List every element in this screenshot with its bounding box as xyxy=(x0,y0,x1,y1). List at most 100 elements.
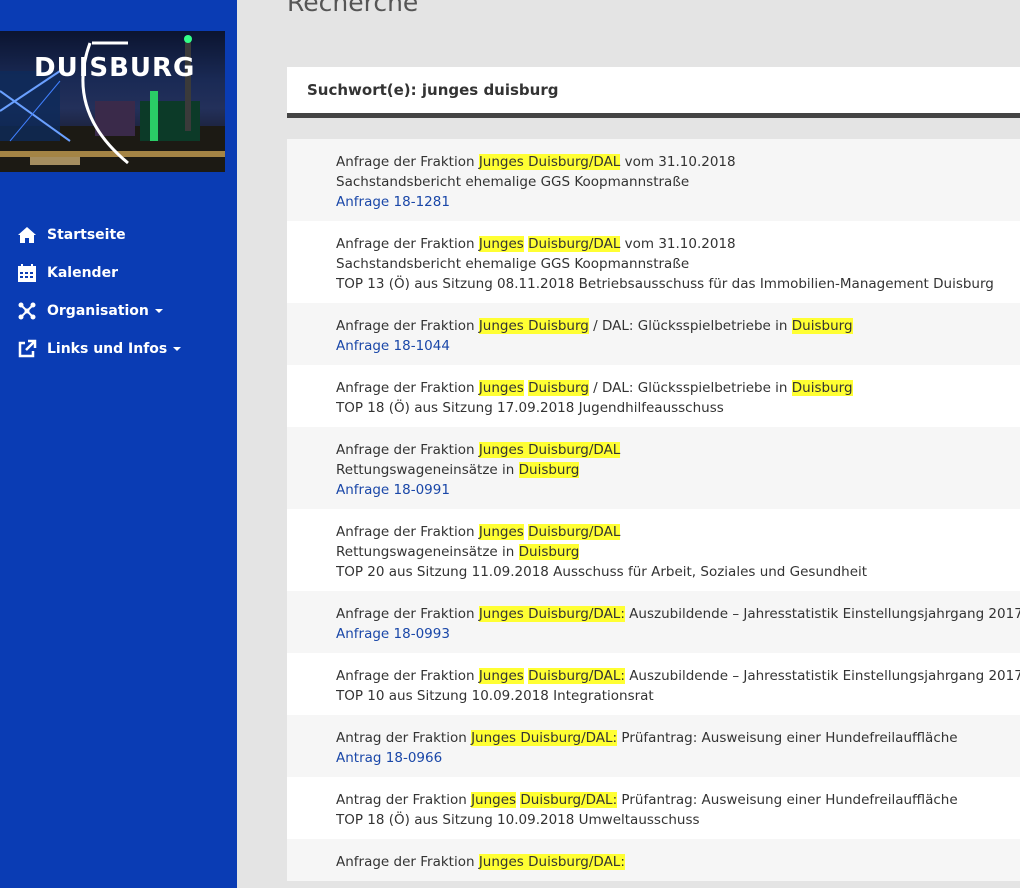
result-line1: Antrag der Fraktion Junges Duisburg/DAL:… xyxy=(336,790,1020,810)
nav-item-links-und-infos[interactable]: Links und Infos xyxy=(0,330,237,368)
search-highlight: Junges Duisburg/DAL: xyxy=(478,854,625,870)
main-navigation: Startseite Kalender Organisation Links u… xyxy=(0,216,237,368)
result-text: Anfrage der Fraktion xyxy=(336,442,479,458)
result-text: Antrag der Fraktion xyxy=(336,730,472,746)
duisburg-logo[interactable]: DUISBURG xyxy=(0,31,225,172)
search-highlight: Duisburg/DAL xyxy=(528,524,621,540)
result-line2: Sachstandsbericht ehemalige GGS Koopmann… xyxy=(336,254,1020,274)
result-text: Anfrage der Fraktion xyxy=(336,854,479,870)
nav-label-links-und-infos: Links und Infos xyxy=(47,341,168,357)
search-highlight: Junges xyxy=(471,792,517,808)
search-highlight: Junges Duisburg xyxy=(478,318,589,334)
result-line3: TOP 13 (Ö) aus Sitzung 08.11.2018 Betrie… xyxy=(336,274,1020,294)
search-highlight: Duisburg xyxy=(528,380,589,396)
result-text: Auszubildende – Jahresstatistik Einstell… xyxy=(624,668,1020,684)
search-highlight: Duisburg/DAL: xyxy=(528,668,625,684)
result-line2: Rettungswageneinsätze in Duisburg xyxy=(336,460,1020,480)
result-text: Antrag der Fraktion xyxy=(336,792,472,808)
result-item: Anfrage der Fraktion Junges Duisburg/DAL… xyxy=(287,427,1020,509)
search-highlight: Junges Duisburg/DAL xyxy=(478,154,621,170)
result-text: TOP 10 aus Sitzung 10.09.2018 Integratio… xyxy=(336,688,654,704)
result-text: vom 31.10.2018 xyxy=(620,236,736,252)
result-line1: Anfrage der Fraktion Junges Duisburg/DAL… xyxy=(336,852,1020,872)
nav-item-organisation[interactable]: Organisation xyxy=(0,292,237,330)
results-list: Anfrage der Fraktion Junges Duisburg/DAL… xyxy=(287,139,1020,881)
result-line1: Anfrage der Fraktion Junges Duisburg/DAL… xyxy=(336,152,1020,172)
result-line3: TOP 20 aus Sitzung 11.09.2018 Ausschuss … xyxy=(336,562,1020,582)
result-item: Anfrage der Fraktion Junges Duisburg / D… xyxy=(287,303,1020,365)
result-item: Antrag der Fraktion Junges Duisburg/DAL:… xyxy=(287,715,1020,777)
search-highlight: Junges Duisburg/DAL xyxy=(478,442,621,458)
result-text: TOP 18 (Ö) aus Sitzung 10.09.2018 Umwelt… xyxy=(336,812,700,828)
result-item: Anfrage der Fraktion Junges Duisburg/DAL… xyxy=(287,139,1020,221)
result-item: Anfrage der Fraktion Junges Duisburg / D… xyxy=(287,365,1020,427)
sidebar: DUISBURG Startseite Kalender Organisatio… xyxy=(0,0,237,888)
result-text: Anfrage der Fraktion xyxy=(336,380,479,396)
result-text: / DAL: Glücksspielbetriebe in xyxy=(588,380,792,396)
search-summary: Suchwort(e): junges duisburg xyxy=(287,67,1020,118)
search-highlight: Junges xyxy=(478,524,524,540)
document-link[interactable]: Anfrage 18-0991 xyxy=(336,482,450,498)
result-item: Anfrage der Fraktion Junges Duisburg/DAL… xyxy=(287,509,1020,591)
result-line1: Anfrage der Fraktion Junges Duisburg/DAL xyxy=(336,440,1020,460)
search-highlight: Duisburg/DAL xyxy=(528,236,621,252)
result-text: Rettungswageneinsätze in xyxy=(336,544,519,560)
result-line1: Anfrage der Fraktion Junges Duisburg / D… xyxy=(336,316,1020,336)
result-text: TOP 18 (Ö) aus Sitzung 17.09.2018 Jugend… xyxy=(336,400,724,416)
calendar-icon xyxy=(18,264,36,282)
logo-text: DUISBURG xyxy=(34,53,196,83)
result-line2: TOP 18 (Ö) aus Sitzung 10.09.2018 Umwelt… xyxy=(336,810,1020,830)
result-item: Anfrage der Fraktion Junges Duisburg/DAL… xyxy=(287,839,1020,881)
result-line1: Anfrage der Fraktion Junges Duisburg/DAL… xyxy=(336,666,1020,686)
result-text: TOP 13 (Ö) aus Sitzung 08.11.2018 Betrie… xyxy=(336,276,994,292)
result-line2: TOP 18 (Ö) aus Sitzung 17.09.2018 Jugend… xyxy=(336,398,1020,418)
result-text: TOP 20 aus Sitzung 11.09.2018 Ausschuss … xyxy=(336,564,868,580)
chevron-down-icon xyxy=(173,347,182,351)
result-text: Anfrage der Fraktion xyxy=(336,154,479,170)
result-text: Anfrage der Fraktion xyxy=(336,668,479,684)
organisation-icon xyxy=(18,302,36,320)
result-text: Rettungswageneinsätze in xyxy=(336,462,519,478)
search-highlight: Junges xyxy=(478,380,524,396)
search-highlight: Junges xyxy=(478,668,524,684)
nav-label-kalender: Kalender xyxy=(47,265,118,281)
result-line2: Anfrage 18-1044 xyxy=(336,336,1020,356)
nav-item-kalender[interactable]: Kalender xyxy=(0,254,237,292)
result-line2: Anfrage 18-0993 xyxy=(336,624,1020,644)
result-line1: Anfrage der Fraktion Junges Duisburg/DAL… xyxy=(336,234,1020,254)
result-text: Anfrage der Fraktion xyxy=(336,318,479,334)
result-item: Anfrage der Fraktion Junges Duisburg/DAL… xyxy=(287,653,1020,715)
document-link[interactable]: Anfrage 18-1281 xyxy=(336,194,450,210)
document-link[interactable]: Antrag 18-0966 xyxy=(336,750,442,766)
result-text: Anfrage der Fraktion xyxy=(336,606,479,622)
search-highlight: Duisburg xyxy=(518,462,580,478)
result-text: / DAL: Glücksspielbetriebe in xyxy=(588,318,792,334)
search-highlight: Junges Duisburg/DAL: xyxy=(478,606,625,622)
result-line2: Sachstandsbericht ehemalige GGS Koopmann… xyxy=(336,172,1020,192)
result-line1: Anfrage der Fraktion Junges Duisburg / D… xyxy=(336,378,1020,398)
result-text: Prüfantrag: Ausweisung einer Hundefreila… xyxy=(617,730,958,746)
result-text: Prüfantrag: Ausweisung einer Hundefreila… xyxy=(617,792,958,808)
home-icon xyxy=(18,227,36,243)
result-text: Anfrage der Fraktion xyxy=(336,236,479,252)
result-text: Anfrage der Fraktion xyxy=(336,524,479,540)
result-item: Anfrage der Fraktion Junges Duisburg/DAL… xyxy=(287,221,1020,303)
chevron-down-icon xyxy=(154,309,163,313)
result-text: Sachstandsbericht ehemalige GGS Koopmann… xyxy=(336,256,690,272)
result-line1: Anfrage der Fraktion Junges Duisburg/DAL… xyxy=(336,604,1020,624)
document-link[interactable]: Anfrage 18-0993 xyxy=(336,626,450,642)
search-keywords: Suchwort(e): junges duisburg xyxy=(307,81,559,99)
result-line1: Antrag der Fraktion Junges Duisburg/DAL:… xyxy=(336,728,1020,748)
result-line3: Anfrage 18-0991 xyxy=(336,480,1020,500)
document-link[interactable]: Anfrage 18-1044 xyxy=(336,338,450,354)
result-line2: Antrag 18-0966 xyxy=(336,748,1020,768)
search-highlight: Duisburg xyxy=(791,380,853,396)
result-text: Auszubildende – Jahresstatistik Einstell… xyxy=(624,606,1020,622)
search-highlight: Junges xyxy=(478,236,524,252)
result-line2: TOP 10 aus Sitzung 10.09.2018 Integratio… xyxy=(336,686,1020,706)
nav-item-startseite[interactable]: Startseite xyxy=(0,216,237,254)
search-highlight: Junges Duisburg/DAL: xyxy=(471,730,618,746)
search-highlight: Duisburg/DAL: xyxy=(520,792,618,808)
search-highlight: Duisburg xyxy=(518,544,580,560)
nav-label-startseite: Startseite xyxy=(47,227,126,243)
